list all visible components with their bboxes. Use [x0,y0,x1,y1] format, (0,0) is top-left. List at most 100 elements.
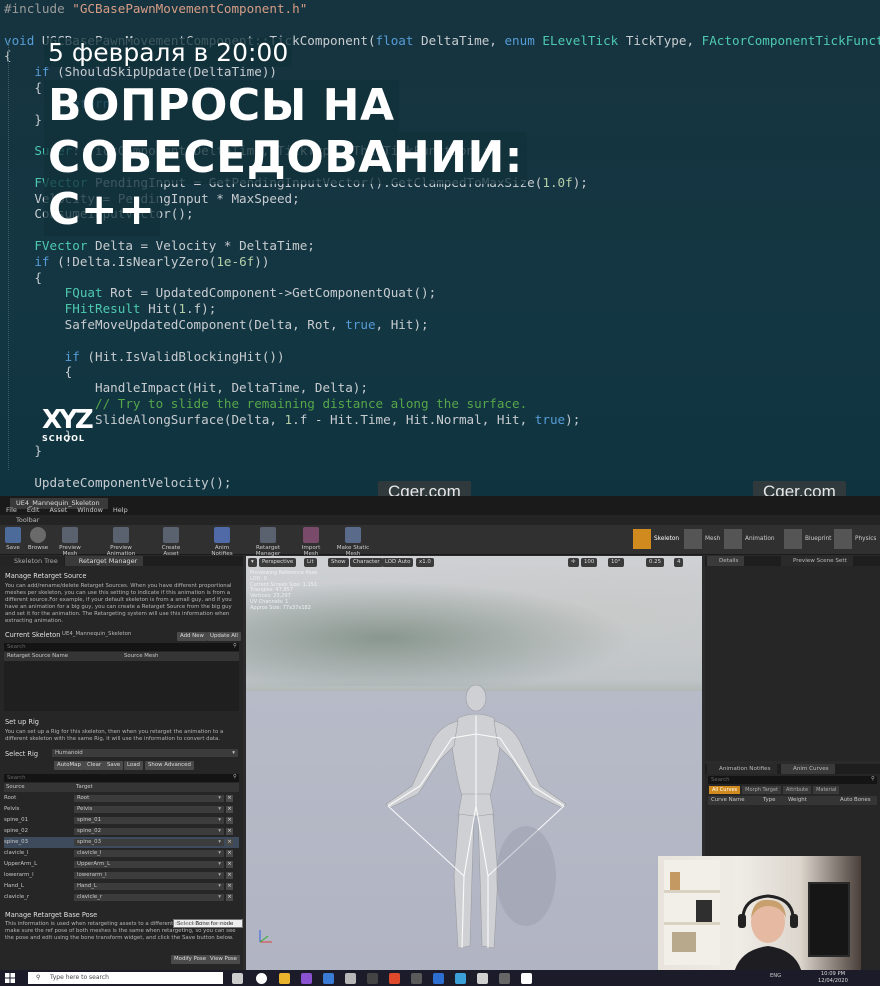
rig-mapping-row[interactable]: spine_02spine_02× [4,826,239,837]
rig-search-input[interactable]: Search [4,773,239,782]
browser-icon[interactable] [323,973,334,984]
tab-preview-scene[interactable]: Preview Scene Sett [781,556,853,566]
rig-load-button[interactable]: Load [124,761,143,770]
menu-help[interactable]: Help [113,506,128,515]
automap-button[interactable]: AutoMap [54,761,84,770]
rig-target-dropdown[interactable]: spine_03 [74,839,224,846]
windows-start-icon[interactable] [5,973,15,983]
retarget-search-input[interactable]: Search [4,642,239,651]
tab-details[interactable]: Details [707,556,745,566]
explorer-icon[interactable] [279,973,290,984]
view-pose-button[interactable]: View Pose [207,955,240,964]
rig-target-dropdown[interactable]: clavicle_r [74,894,224,901]
rig-mapping-row[interactable]: RootRoot× [4,793,239,804]
update-all-button[interactable]: Update All [207,632,241,641]
tab-skeleton-tree[interactable]: Skeleton Tree [0,556,64,566]
app-icon[interactable] [345,973,356,984]
show-advanced-button[interactable]: Show Advanced [145,761,194,770]
translate-icon[interactable]: ✛ [568,558,579,567]
clear-mapping-icon[interactable]: × [226,806,233,813]
rig-mapping-row[interactable]: spine_01spine_01× [4,815,239,826]
rig-target-dropdown[interactable]: spine_02 [74,828,224,835]
rig-mapping-row[interactable]: clavicle_lclavicle_l× [4,848,239,859]
rig-target-dropdown[interactable]: Hand_L [74,883,224,890]
rig-save-button[interactable]: Save [104,761,124,770]
perspective-button[interactable]: Perspective [259,558,297,567]
epic-icon[interactable] [367,973,378,984]
clear-mapping-icon[interactable]: × [226,883,233,890]
browse-button[interactable]: Browse [26,527,50,554]
app-icon[interactable] [455,973,466,984]
rotate-snap-value[interactable]: 10° [608,558,624,567]
filter-morph-target[interactable]: Morph Target [742,786,781,794]
retarget-manager-button[interactable]: Retarget Manager [244,527,292,557]
preview-viewport[interactable]: ▾ Perspective Lit Show Character LOD Aut… [246,556,702,970]
rig-mapping-row[interactable]: lowerarm_llowerarm_l× [4,870,239,881]
clear-button[interactable]: Clear [84,761,105,770]
task-view-icon[interactable] [232,973,243,984]
taskbar-clock[interactable]: 10:09 PM 12/04/2020 [818,971,848,985]
import-mesh-button[interactable]: Import Mesh [294,527,328,557]
rig-target-dropdown[interactable]: UpperArm_L [74,861,224,868]
playback-speed-button[interactable]: x1.0 [416,558,434,567]
lod-button[interactable]: LOD Auto [382,558,414,567]
menu-file[interactable]: File [6,506,17,515]
filter-material[interactable]: Material [813,786,840,794]
taskbar-search-input[interactable]: Type here to search [28,972,223,984]
rig-mapping-row[interactable]: clavicle_rclavicle_r× [4,892,239,903]
rig-target-dropdown[interactable]: lowerarm_l [74,872,224,879]
lit-button[interactable]: Lit [304,558,317,567]
clear-mapping-icon[interactable]: × [226,817,233,824]
unreal-editor-icon[interactable] [521,973,532,984]
anim-notifies-button[interactable]: Anim Notifies [204,527,240,557]
viewport-menu-button[interactable]: ▾ [248,558,257,567]
visual-studio-icon[interactable] [301,973,312,984]
toolbar-tab[interactable]: Toolbar [0,515,880,525]
make-static-mesh-button[interactable]: Make Static Mesh [330,527,376,557]
curves-search-input[interactable]: Search [708,775,877,784]
save-button[interactable]: Save [4,527,22,554]
clear-mapping-icon[interactable]: × [226,872,233,879]
mode-blueprint[interactable]: Blueprint [784,529,831,549]
tab-anim-curves[interactable]: Anim Curves [781,764,835,774]
character-button[interactable]: Character [350,558,383,567]
preview-animation-button[interactable]: Preview Animation [96,527,146,557]
add-new-button[interactable]: Add New [177,632,207,641]
tab-animation-notifies[interactable]: Animation Notifies [707,764,777,774]
mode-mesh[interactable]: Mesh [684,529,720,549]
select-rig-dropdown[interactable]: Humanoid ▾ [52,749,238,757]
clear-mapping-icon[interactable]: × [226,828,233,835]
menu-window[interactable]: Window [77,506,103,515]
menu-edit[interactable]: Edit [27,506,40,515]
menu-asset[interactable]: Asset [49,506,67,515]
clear-mapping-icon[interactable]: × [226,850,233,857]
app-icon[interactable] [411,973,422,984]
preview-mesh-button[interactable]: Preview Mesh [52,527,88,557]
mode-skeleton[interactable]: Skeleton [633,529,679,549]
rig-target-dropdown[interactable]: Root [74,795,224,802]
show-button[interactable]: Show [328,558,349,567]
tab-retarget-manager[interactable]: Retarget Manager [64,556,144,566]
create-asset-button[interactable]: Create Asset [154,527,188,557]
rig-mapping-row[interactable]: spine_03spine_03× [4,837,239,848]
modify-pose-button[interactable]: Modify Pose [171,955,210,964]
app-icon[interactable] [477,973,488,984]
clear-mapping-icon[interactable]: × [226,795,233,802]
filter-all-curves[interactable]: All Curves [709,786,741,794]
clear-mapping-icon[interactable]: × [226,839,233,846]
clear-mapping-icon[interactable]: × [226,894,233,901]
app-icon[interactable] [433,973,444,984]
camera-speed-value[interactable]: 4 [674,558,684,567]
obs-icon[interactable] [256,973,267,984]
rig-mapping-row[interactable]: UpperArm_LUpperArm_L× [4,859,239,870]
clear-mapping-icon[interactable]: × [226,861,233,868]
mode-animation[interactable]: Animation [724,529,775,549]
filter-attribute[interactable]: Attribute [783,786,812,794]
scale-snap-value[interactable]: 0.25 [646,558,665,567]
rig-target-dropdown[interactable]: Pelvis [74,806,224,813]
rig-mapping-row[interactable]: PelvisPelvis× [4,804,239,815]
rig-mapping-row[interactable]: Hand_LHand_L× [4,881,239,892]
app-icon[interactable] [389,973,400,984]
grid-snap-value[interactable]: 100 [581,558,598,567]
mode-physics[interactable]: Physics [834,529,876,549]
